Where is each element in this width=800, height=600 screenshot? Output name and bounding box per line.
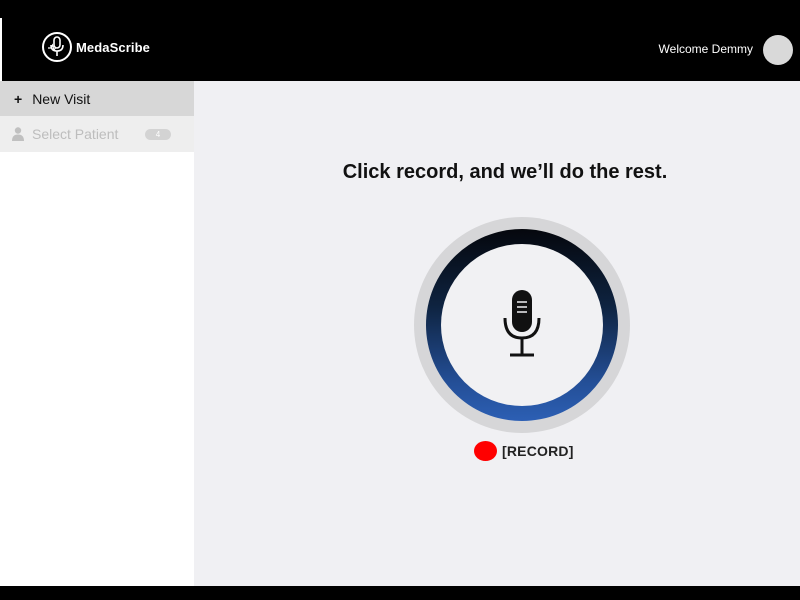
record-button-face [441,244,603,406]
logo-microphone-icon [42,32,72,62]
record-dot-icon [474,441,497,461]
app-header: MedaScribe Welcome Demmy [0,0,800,81]
page-title: Click record, and we’ll do the rest. [342,161,668,183]
sidebar-item-new-visit[interactable]: + New Visit [0,81,194,116]
record-button[interactable] [414,217,630,433]
sidebar-item-select-patient[interactable]: Select Patient 4 [0,116,194,152]
header-edge-line [0,18,2,81]
sidebar-item-label: Select Patient [32,126,119,142]
record-progress-ring [426,229,618,421]
plus-icon: + [14,90,23,107]
patient-count-badge: 4 [145,129,171,140]
user-avatar[interactable] [763,35,793,65]
main-content: Click record, and we’ll do the rest. [RE… [194,81,800,586]
person-icon [12,127,24,141]
sidebar-item-label: New Visit [32,90,91,107]
record-label: [RECORD] [502,443,574,459]
app-name: MedaScribe [76,39,150,55]
bottom-bar [0,586,800,600]
record-status[interactable]: [RECORD] [474,440,574,462]
sidebar: + New Visit Select Patient 4 [0,81,194,586]
microphone-icon [502,288,542,363]
app-logo[interactable]: MedaScribe [42,32,150,62]
welcome-text: Welcome Demmy [658,42,753,56]
